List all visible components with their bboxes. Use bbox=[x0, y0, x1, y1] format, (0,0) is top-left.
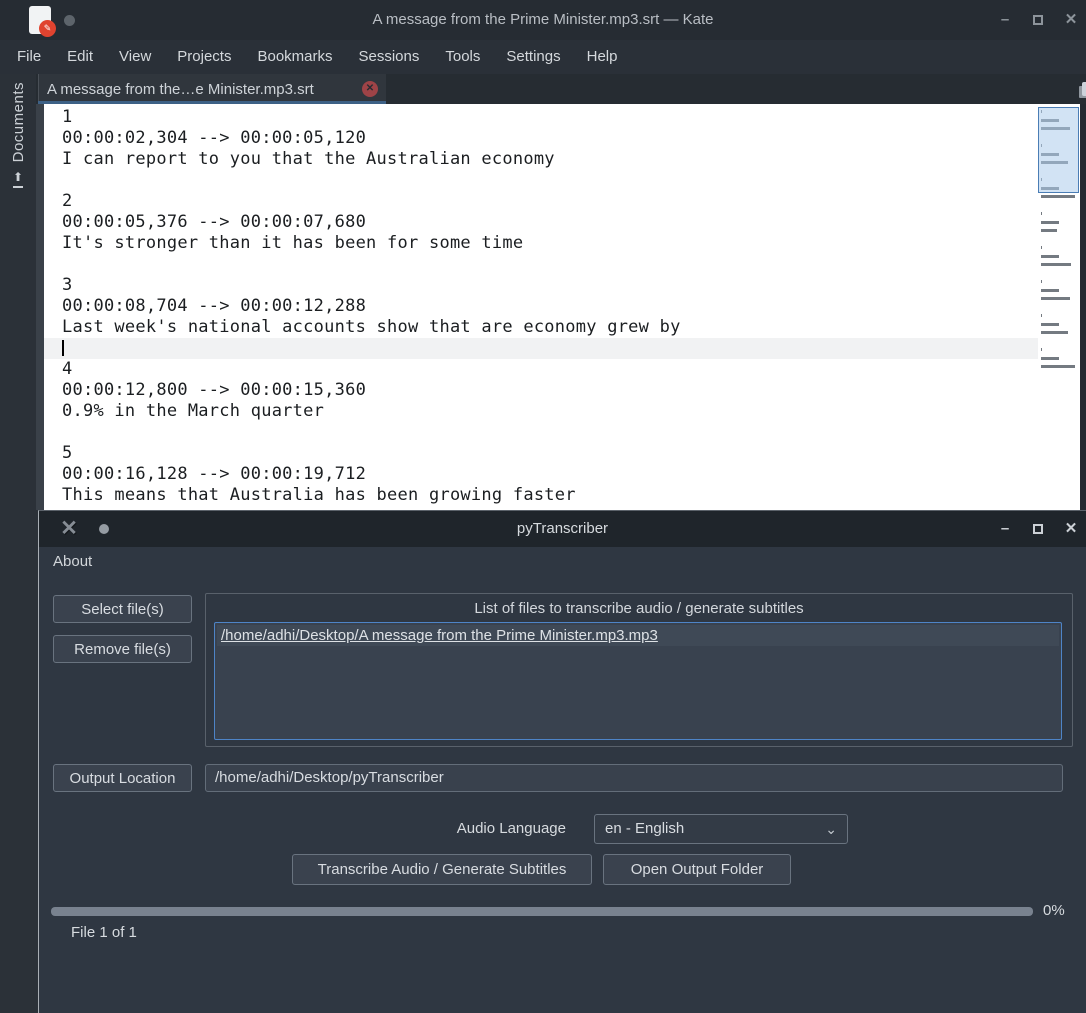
minimap-line bbox=[1041, 280, 1042, 283]
maximize-button[interactable] bbox=[1023, 0, 1053, 40]
editor-lines: 1 00:00:02,304 --> 00:00:05,120 I can repo… bbox=[44, 107, 1038, 506]
minimap-line bbox=[1041, 348, 1042, 351]
open-output-folder-button[interactable]: Open Output Folder bbox=[603, 854, 791, 885]
minimap-line bbox=[1041, 365, 1075, 368]
editor-line: 3 bbox=[62, 275, 73, 295]
minimap[interactable] bbox=[1038, 104, 1080, 510]
audio-language-label: Audio Language bbox=[456, 820, 566, 837]
editor-line: This means that Australia has been growi… bbox=[62, 485, 576, 505]
close-button[interactable]: ✕ bbox=[1056, 511, 1086, 547]
documents-stack-icon[interactable] bbox=[1082, 82, 1086, 96]
menu-file[interactable]: File bbox=[4, 40, 54, 74]
tab-label: A message from the…e Minister.mp3.srt bbox=[47, 80, 314, 98]
text-editor[interactable]: 1 00:00:02,304 --> 00:00:05,120 I can repo… bbox=[36, 104, 1086, 510]
file-list-groupbox: List of files to transcribe audio / gene… bbox=[205, 593, 1073, 747]
text-cursor bbox=[62, 340, 64, 356]
editor-line: Last week's national accounts show that … bbox=[62, 317, 681, 337]
editor-line: 00:00:02,304 --> 00:00:05,120 bbox=[62, 128, 367, 148]
minimap-line bbox=[1041, 195, 1075, 198]
editor-line: 0.9% in the March quarter bbox=[62, 401, 325, 421]
maximize-button[interactable] bbox=[1023, 511, 1053, 547]
minimap-line bbox=[1041, 322, 1059, 326]
tab-srt-file[interactable]: A message from the…e Minister.mp3.srt ✕ bbox=[38, 74, 386, 104]
editor-line: 00:00:05,376 --> 00:00:07,680 bbox=[62, 212, 367, 232]
progress-status: File 1 of 1 bbox=[71, 924, 137, 941]
select-files-button[interactable]: Select file(s) bbox=[53, 595, 192, 623]
pytranscriber-titlebar[interactable]: ✕ pyTranscriber – ✕ bbox=[39, 511, 1086, 547]
minimap-line bbox=[1041, 263, 1072, 266]
minimap-line bbox=[1041, 254, 1059, 258]
desktop: ✎ A message from the Prime Minister.mp3.… bbox=[0, 0, 1086, 1013]
menu-about[interactable]: About bbox=[53, 547, 92, 577]
progress-percent: 0% bbox=[1043, 902, 1065, 919]
menu-edit[interactable]: Edit bbox=[54, 40, 106, 74]
minimap-line bbox=[1041, 288, 1059, 292]
menu-projects[interactable]: Projects bbox=[164, 40, 244, 74]
editor-line: It's stronger than it has been for some … bbox=[62, 233, 524, 253]
kate-tabbar: A message from the…e Minister.mp3.srt ✕ bbox=[36, 74, 1086, 104]
editor-gutter bbox=[36, 104, 44, 510]
pytranscriber-body: Select file(s) Remove file(s) List of fi… bbox=[39, 577, 1086, 1013]
maximize-icon bbox=[1033, 524, 1043, 535]
menu-bookmarks[interactable]: Bookmarks bbox=[244, 40, 345, 74]
close-button[interactable]: ✕ bbox=[1056, 0, 1086, 40]
menu-help[interactable]: Help bbox=[574, 40, 631, 74]
editor-line: 4 bbox=[62, 359, 73, 379]
kate-window-title: A message from the Prime Minister.mp3.sr… bbox=[372, 11, 714, 28]
documents-sidebar-label: Documents bbox=[9, 82, 27, 163]
file-list-title: List of files to transcribe audio / gene… bbox=[474, 600, 804, 617]
editor-line: I can report to you that the Australian … bbox=[62, 149, 555, 169]
editor-line: 5 bbox=[62, 443, 73, 463]
menu-view[interactable]: View bbox=[106, 40, 164, 74]
editor-line: 00:00:08,704 --> 00:00:12,288 bbox=[62, 296, 367, 316]
minimap-line bbox=[1041, 331, 1069, 334]
minimap-line bbox=[1041, 212, 1042, 215]
documents-sidebar[interactable]: Documents ⬆ bbox=[0, 74, 36, 1013]
menu-sessions[interactable]: Sessions bbox=[346, 40, 433, 74]
kate-menubar: File Edit View Projects Bookmarks Sessions Too… bbox=[0, 40, 1086, 74]
editor-line: 1 bbox=[62, 107, 73, 127]
editor-right-strip bbox=[1080, 104, 1086, 510]
editor-line bbox=[44, 338, 1038, 359]
editor-line: 00:00:16,128 --> 00:00:19,712 bbox=[62, 464, 367, 484]
pytranscriber-window-title: pyTranscriber bbox=[516, 520, 609, 537]
transcribe-button[interactable]: Transcribe Audio / Generate Subtitles bbox=[292, 854, 592, 885]
editor-line: 2 bbox=[62, 191, 73, 211]
audio-language-select[interactable]: en - English ⌄ bbox=[594, 814, 848, 844]
audio-language-selected-value: en - English bbox=[605, 820, 685, 837]
pytranscriber-window: ✕ pyTranscriber – ✕ About Select file(s)… bbox=[38, 510, 1086, 1013]
upload-arrow-icon: ⬆ bbox=[12, 171, 24, 188]
editor-line: 00:00:12,800 --> 00:00:15,360 bbox=[62, 380, 367, 400]
minimap-line bbox=[1041, 246, 1042, 249]
output-location-button[interactable]: Output Location bbox=[53, 764, 192, 792]
maximize-icon bbox=[1033, 15, 1043, 26]
progress-bar bbox=[51, 907, 1033, 916]
minimize-button[interactable]: – bbox=[990, 511, 1020, 547]
minimap-line bbox=[1041, 229, 1057, 232]
minimap-line bbox=[1041, 356, 1059, 360]
remove-files-button[interactable]: Remove file(s) bbox=[53, 635, 192, 663]
minimap-line bbox=[1041, 220, 1059, 224]
file-list-item[interactable]: /home/adhi/Desktop/A message from the Pr… bbox=[217, 625, 1059, 646]
minimap-line bbox=[1041, 297, 1071, 300]
tab-close-icon[interactable]: ✕ bbox=[362, 81, 378, 97]
chevron-down-icon: ⌄ bbox=[825, 821, 837, 837]
menu-settings[interactable]: Settings bbox=[493, 40, 573, 74]
minimap-viewport[interactable] bbox=[1038, 107, 1079, 193]
output-location-field[interactable]: /home/adhi/Desktop/pyTranscriber bbox=[205, 764, 1063, 792]
minimize-button[interactable]: – bbox=[990, 0, 1020, 40]
pytranscriber-menubar: About bbox=[39, 547, 1086, 577]
kate-titlebar[interactable]: ✎ A message from the Prime Minister.mp3.… bbox=[0, 0, 1086, 40]
minimap-line bbox=[1041, 314, 1042, 317]
menu-tools[interactable]: Tools bbox=[432, 40, 493, 74]
file-list[interactable]: /home/adhi/Desktop/A message from the Pr… bbox=[214, 622, 1062, 740]
